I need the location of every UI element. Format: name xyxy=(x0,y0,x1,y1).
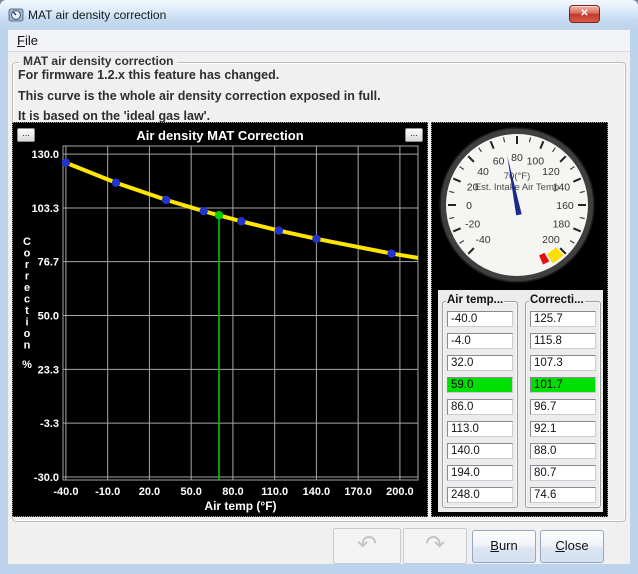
info-line-3: It is based on the 'ideal gas law'. xyxy=(18,109,210,123)
curve-value-table: Air temp... -40.0 -4.0 32.0 59.0 86.0 113.0 140… xyxy=(438,290,603,512)
curve-point[interactable] xyxy=(112,179,120,187)
cell-field[interactable]: -4.0 xyxy=(447,333,513,349)
svg-text:r: r xyxy=(25,271,30,283)
svg-text:120: 120 xyxy=(542,166,560,178)
cell-field[interactable]: 86.0 xyxy=(447,399,513,415)
svg-text:180: 180 xyxy=(553,218,571,230)
cell-field[interactable]: 74.6 xyxy=(530,487,596,503)
info-line-2: This curve is the whole air density corr… xyxy=(18,89,381,103)
svg-text:-20: -20 xyxy=(465,218,480,230)
svg-text:140.0: 140.0 xyxy=(303,486,331,498)
curve-point[interactable] xyxy=(387,249,395,257)
cell-field[interactable]: 107.3 xyxy=(530,355,596,371)
close-window-button[interactable]: ✕ xyxy=(569,5,600,23)
window-title: MAT air density correction xyxy=(28,8,166,22)
correction-curve[interactable] xyxy=(66,163,427,266)
gauge-value: 70(°F) xyxy=(504,171,531,182)
gauge-title: Est. Intake Air Temp xyxy=(475,182,559,193)
menu-file[interactable]: File xyxy=(8,30,47,52)
titlebar[interactable]: MAT air density correction ✕ xyxy=(0,0,638,30)
cell-field[interactable]: 59.0 xyxy=(447,377,513,393)
close-icon: ✕ xyxy=(580,8,588,19)
table-column-air-temp: Air temp...-40.0-4.032.059.086.0113.0140… xyxy=(442,301,518,508)
svg-text:80: 80 xyxy=(511,152,523,164)
curve-point[interactable] xyxy=(312,235,320,243)
cell-field[interactable]: -40.0 xyxy=(447,311,513,327)
curve-point[interactable] xyxy=(237,217,245,225)
cell-field[interactable]: 92.1 xyxy=(530,421,596,437)
svg-text:o: o xyxy=(24,328,31,340)
dialog-window: MAT air density correction ✕ File MAT ai… xyxy=(0,0,638,574)
close-button[interactable]: Close xyxy=(540,530,604,563)
cell-field[interactable]: 113.0 xyxy=(447,421,513,437)
cell-field[interactable]: 96.7 xyxy=(530,399,596,415)
curve-point[interactable] xyxy=(62,159,70,167)
groupbox-title: MAT air density correction xyxy=(19,54,177,68)
gauge-table-panel: -40-2002040608010012014016018020070(°F)E… xyxy=(431,122,608,517)
svg-text:170.0: 170.0 xyxy=(344,486,372,498)
curve-point[interactable] xyxy=(275,226,283,234)
cell-field[interactable]: 101.7 xyxy=(530,377,596,393)
svg-text:200: 200 xyxy=(542,234,560,246)
svg-text:-40: -40 xyxy=(475,234,490,246)
undo-icon: ↶ xyxy=(357,531,377,558)
menubar: File xyxy=(8,30,630,52)
curve-point[interactable] xyxy=(199,207,207,215)
svg-text:0: 0 xyxy=(466,200,472,212)
svg-text:110.0: 110.0 xyxy=(261,486,288,498)
svg-text:103.3: 103.3 xyxy=(31,203,59,215)
cell-field[interactable]: 115.8 xyxy=(530,333,596,349)
svg-text:C: C xyxy=(23,236,31,248)
svg-text:-30.0: -30.0 xyxy=(34,472,59,484)
svg-text:n: n xyxy=(24,340,31,352)
app-icon xyxy=(8,7,24,23)
svg-text:130.0: 130.0 xyxy=(31,149,59,161)
svg-text:c: c xyxy=(24,294,30,306)
svg-text:o: o xyxy=(24,248,31,260)
cell-field[interactable]: 140.0 xyxy=(447,443,513,459)
svg-text:-3.3: -3.3 xyxy=(40,418,59,430)
cell-field[interactable]: 88.0 xyxy=(530,443,596,459)
cell-field[interactable]: 32.0 xyxy=(447,355,513,371)
svg-text:-10.0: -10.0 xyxy=(95,486,120,498)
intake-air-temp-gauge: -40-2002040608010012014016018020070(°F)E… xyxy=(432,123,607,289)
svg-text:e: e xyxy=(24,282,30,294)
curve-point[interactable] xyxy=(162,196,170,204)
info-line-1: For firmware 1.2.x this feature has chan… xyxy=(18,68,279,82)
table-column-correction: Correcti...125.7115.8107.3101.796.792.18… xyxy=(525,301,601,508)
svg-text:200.0: 200.0 xyxy=(386,486,414,498)
cell-field[interactable]: 80.7 xyxy=(530,465,596,481)
svg-text:40: 40 xyxy=(477,166,489,178)
svg-text:50.0: 50.0 xyxy=(180,486,201,498)
svg-text:80.0: 80.0 xyxy=(222,486,243,498)
svg-text:t: t xyxy=(25,305,29,317)
cell-field[interactable]: 194.0 xyxy=(447,465,513,481)
redo-icon: ↷ xyxy=(425,531,445,558)
cursor-point xyxy=(215,211,223,219)
svg-text:i: i xyxy=(25,317,28,329)
svg-text:20.0: 20.0 xyxy=(139,486,160,498)
svg-text:60: 60 xyxy=(493,156,505,168)
cell-field[interactable]: 248.0 xyxy=(447,487,513,503)
y-axis-label-unit: % xyxy=(22,359,32,371)
svg-text:-40.0: -40.0 xyxy=(53,486,78,498)
redo-button[interactable]: ↷ xyxy=(403,528,467,564)
column-header: Air temp... xyxy=(446,294,504,306)
svg-text:50.0: 50.0 xyxy=(38,311,59,323)
x-axis-label: Air temp (°F) xyxy=(204,499,276,513)
undo-button[interactable]: ↶ xyxy=(333,528,401,564)
cell-field[interactable]: 125.7 xyxy=(530,311,596,327)
chart-panel[interactable]: ... Air density MAT Correction ... 130.0… xyxy=(12,122,428,517)
correction-curve-chart[interactable]: 130.0 103.3 76.7 50.0 23.3 -3.3 -30.0 -40.0 -10.… xyxy=(13,123,427,516)
burn-button[interactable]: Burn xyxy=(472,530,536,563)
column-header: Correcti... xyxy=(529,294,585,306)
svg-text:23.3: 23.3 xyxy=(38,364,59,376)
svg-text:r: r xyxy=(25,259,30,271)
svg-text:76.7: 76.7 xyxy=(38,257,59,269)
svg-text:160: 160 xyxy=(556,200,574,212)
